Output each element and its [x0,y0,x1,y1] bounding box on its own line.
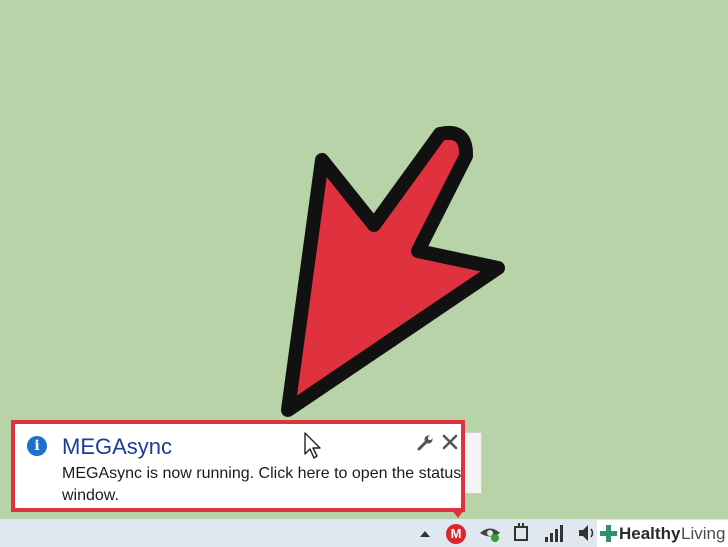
info-icon: i [27,436,47,456]
mouse-cursor-icon [304,432,321,459]
plus-logo-icon [600,525,617,542]
megasync-notification[interactable]: i MEGAsync MEGAsync is now running. Clic… [11,420,465,512]
close-icon[interactable] [441,433,459,451]
wrench-icon[interactable] [416,434,434,452]
mega-glyph: M [450,526,462,541]
healthy-living-watermark: Healthy Living [597,520,728,547]
eye-icon[interactable] [478,522,502,544]
mega-icon[interactable]: M [446,524,466,544]
notification-tail [451,509,465,518]
notification-message[interactable]: MEGAsync is now running. Click here to o… [62,463,462,507]
watermark-brand-light: Living [681,524,726,543]
notification-title: MEGAsync [62,434,173,459]
watermark-brand-bold: Healthy [619,524,681,543]
speaker-icon[interactable] [576,522,598,544]
hidden-window-edge [465,432,482,494]
chevron-up-icon[interactable] [418,522,432,544]
signal-icon[interactable] [542,522,566,544]
usb-icon[interactable] [510,522,532,544]
